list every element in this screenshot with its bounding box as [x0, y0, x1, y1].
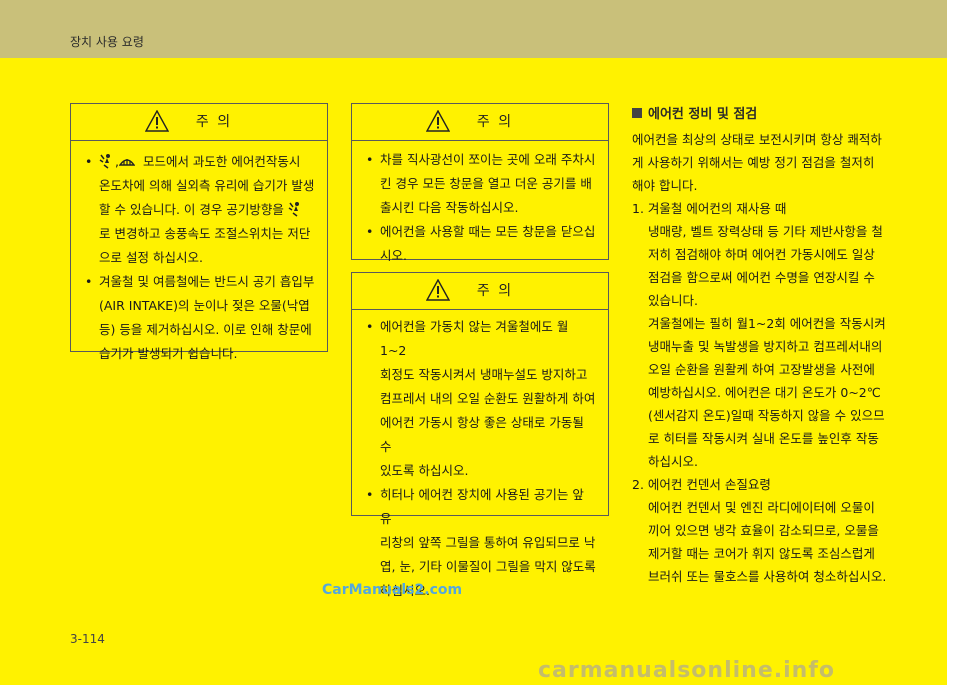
bottom-watermark: carmanualsonline.info [538, 658, 835, 683]
item-line: 회정도 작동시켜서 냉매누설도 방지하고 [380, 367, 588, 382]
defrost-floor-mode-icon [288, 202, 299, 217]
item-line: 에어컨을 가동치 않는 겨울철에도 월 1~2 [380, 319, 569, 358]
item2-body: 에어컨 컨덴서 및 엔진 라디에이터에 오물이 끼어 있으면 냉각 효율이 감소… [648, 500, 887, 584]
caution-body: • 에어컨을 가동치 않는 겨울철에도 월 1~2 회정도 작동시켜서 냉매누설… [364, 315, 598, 603]
defrost-mode-icon [118, 159, 135, 166]
caution-header: 주 의 [352, 273, 608, 310]
caution-body: • , 모드에서 과도한 에어컨작동시 온도차에 의해 실외측 유리에 습기가 … [83, 150, 317, 366]
item1-body: 냉매량, 벨트 장력상태 등 기타 제반사항을 철 저히 점검해야 하며 에어컨… [648, 224, 886, 469]
caution-header: 주 의 [71, 104, 327, 141]
item-line: 으로 설정 하십시오. [99, 250, 203, 265]
watermark-link[interactable]: CarManuals2.com [322, 582, 462, 598]
item-line: 할 수 있습니다. 이 경우 공기방향을 [99, 202, 284, 217]
item-line: 엽, 눈, 기타 이물질이 그릴을 막지 않도록 [380, 559, 596, 574]
caution-title: 주 의 [195, 114, 233, 130]
item2-title: 2. 에어컨 컨덴서 손질요령 [632, 477, 771, 492]
header-band: 장치 사용 요령 [0, 0, 947, 58]
item-line: 있도록 하십시오. [380, 463, 469, 478]
item-line: 리창의 앞쪽 그릴을 통하여 유입되므로 낙 [380, 535, 596, 550]
section-title-text: 에어컨 정비 및 점검 [648, 107, 758, 122]
item-line: 습기가 발생되기 쉽습니다. [99, 346, 238, 361]
item-line: 에어컨 가동시 항상 좋은 상태로 가동될 수 [380, 415, 584, 454]
item-line: 히터나 에어컨 장치에 사용된 공기는 앞 유 [380, 487, 584, 526]
caution-box-middle-bottom: 주 의 • 에어컨을 가동치 않는 겨울철에도 월 1~2 회정도 작동시켜서 … [351, 272, 609, 598]
page-number: 3-114 [70, 632, 105, 646]
caution-item: • 겨울철 및 여름철에는 반드시 공기 흡입부 (AIR INTAKE)의 눈… [85, 274, 315, 361]
caution-item: • 차를 직사광선이 쪼이는 곳에 오래 주차시 킨 경우 모든 창문을 열고 … [366, 152, 596, 215]
item-line: 차를 직사광선이 쪼이는 곳에 오래 주차시 [380, 152, 596, 167]
header-title: 장치 사용 요령 [70, 35, 144, 49]
item-line: 모드에서 과도한 에어컨작동시 [142, 154, 301, 169]
defrost-floor-mode-icon [99, 154, 110, 169]
item-line: 등) 등을 제거하십시오. 이로 인해 창문에 [99, 322, 312, 337]
section-intro: 에어컨을 최상의 상태로 보전시키며 항상 쾌적하 게 사용하기 위해서는 예방… [632, 132, 882, 193]
item-line: 출시킨 다음 작동하십시오. [380, 200, 519, 215]
caution-item: • , 모드에서 과도한 에어컨작동시 온도차에 의해 실외측 유리에 습기가 … [85, 154, 315, 265]
caution-header: 주 의 [352, 104, 608, 141]
item-line: 로 변경하고 송풍속도 조절스위치는 저단 [99, 226, 311, 241]
caution-item: • 에어컨을 가동치 않는 겨울철에도 월 1~2 회정도 작동시켜서 냉매누설… [366, 319, 596, 478]
item1-title: 1. 겨울철 에어컨의 재사용 때 [632, 201, 787, 216]
caution-title: 주 의 [476, 283, 514, 299]
item-line: 겨울철 및 여름철에는 반드시 공기 흡입부 [99, 274, 315, 289]
section-title: 에어컨 정비 및 점검 [632, 103, 908, 122]
caution-box-middle-top: 주 의 • 차를 직사광선이 쪼이는 곳에 오래 주차시 킨 경우 모든 창문을… [351, 103, 609, 263]
page-margin [947, 0, 960, 685]
item-line: 컴프레서 내의 오일 순환도 원활하게 하여 [380, 391, 596, 406]
item-line: (AIR INTAKE)의 눈이나 젖은 오물(낙엽 [99, 298, 310, 313]
caution-title: 주 의 [476, 114, 514, 130]
caution-body: • 차를 직사광선이 쪼이는 곳에 오래 주차시 킨 경우 모든 창문을 열고 … [364, 148, 598, 268]
square-bullet-icon [632, 108, 642, 118]
maintenance-section: 에어컨 정비 및 점검 에어컨을 최상의 상태로 보전시키며 항상 쾌적하 게 … [632, 103, 908, 588]
item-line: 킨 경우 모든 창문을 열고 더운 공기를 배 [380, 176, 592, 191]
item-line: 온도차에 의해 실외측 유리에 습기가 발생 [99, 178, 315, 193]
item-line: 시오. [380, 248, 407, 263]
caution-item: • 에어컨을 사용할 때는 모든 창문을 닫으십 시오. [366, 224, 596, 263]
item-line: 에어컨을 사용할 때는 모든 창문을 닫으십 [380, 224, 596, 239]
manual-page: 장치 사용 요령 주 의 • , 모드에서 과도한 에어컨작동시 온도차에 의해… [0, 0, 947, 685]
caution-box-left: 주 의 • , 모드에서 과도한 에어컨작동시 온도차에 의해 실외측 유리에 … [70, 103, 328, 361]
